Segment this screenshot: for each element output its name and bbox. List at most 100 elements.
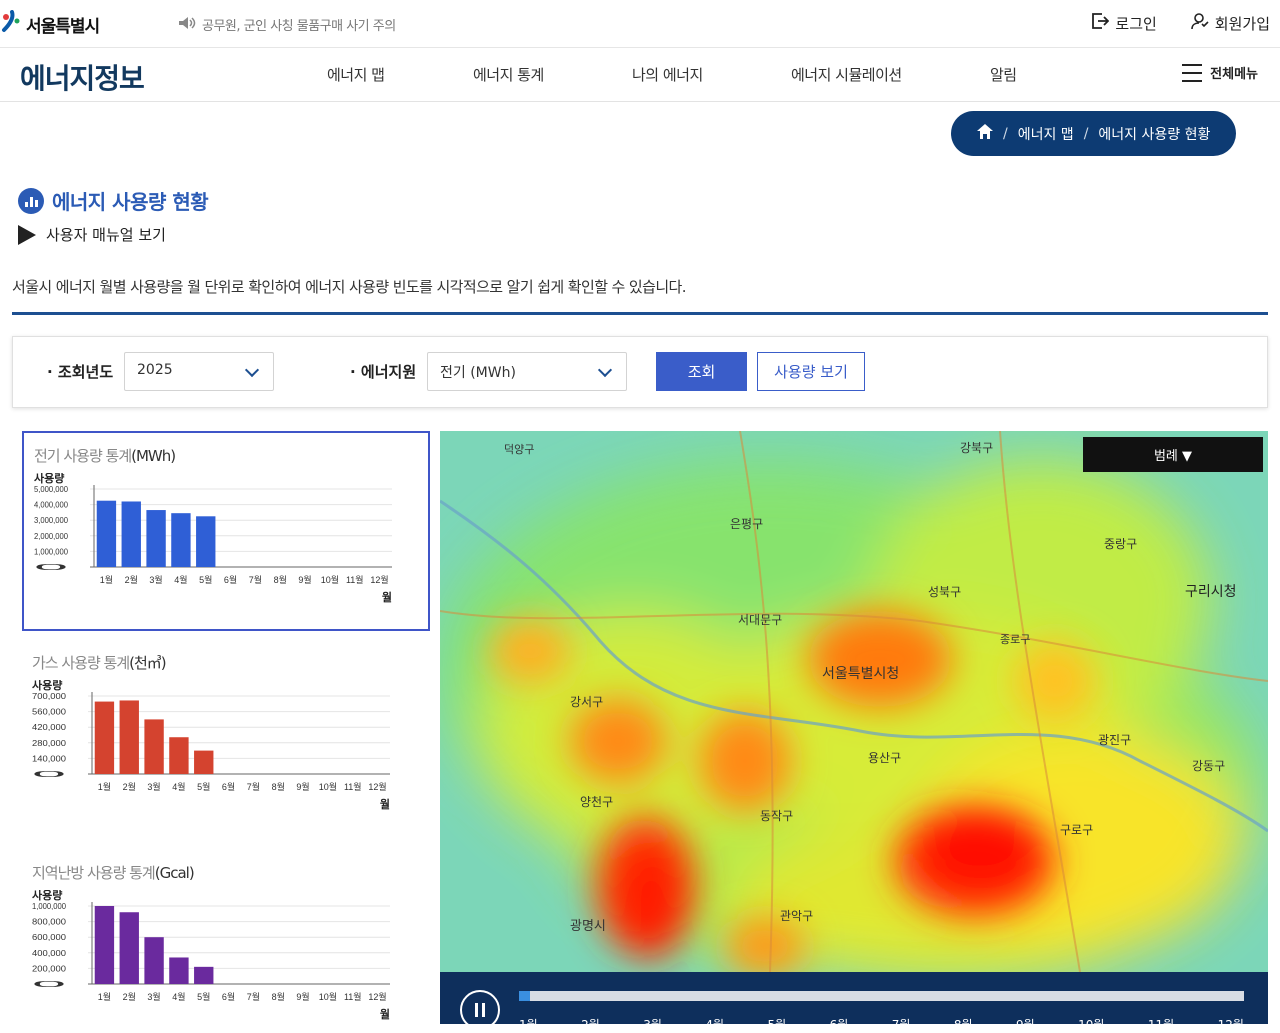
timeline-month[interactable]: 5월 bbox=[768, 1016, 787, 1033]
year-select[interactable]: 2025 bbox=[124, 352, 274, 391]
y-tick-label: 5,000,000 bbox=[34, 485, 69, 494]
x-tick-label: 5월 bbox=[197, 781, 210, 792]
map-label: 성북구 bbox=[928, 585, 962, 599]
map-label: 강북구 bbox=[960, 441, 994, 455]
map-label: 관악구 bbox=[780, 909, 814, 923]
nav-energy-simulation[interactable]: 에너지 시뮬레이션 bbox=[791, 64, 902, 85]
x-tick-label: 2월 bbox=[123, 991, 136, 1002]
year-label: · 조회년도 bbox=[47, 363, 114, 381]
y-tick-label: 800,000 bbox=[32, 918, 67, 927]
map-label: 동작구 bbox=[760, 809, 794, 823]
site-brand[interactable]: 에너지정보 bbox=[20, 57, 145, 97]
breadcrumb-separator: / bbox=[1083, 125, 1089, 142]
timeline-month[interactable]: 3월 bbox=[643, 1016, 662, 1033]
x-tick-label: 11월 bbox=[346, 574, 364, 585]
y-tick-label: 0 bbox=[32, 980, 70, 989]
y-axis-title: 사용량 bbox=[34, 473, 64, 485]
search-button[interactable]: 조회 bbox=[656, 352, 747, 391]
timeline-month[interactable]: 9월 bbox=[1016, 1016, 1035, 1033]
login-link[interactable]: 로그인 bbox=[1091, 12, 1157, 34]
timeline-month[interactable]: 10월 bbox=[1078, 1016, 1104, 1033]
x-tick-label: 8월 bbox=[272, 991, 285, 1002]
top-bar: 서울특별시 공무원, 군인 사칭 물품구매 사기 주의 로그인 회원가입 bbox=[0, 0, 1280, 48]
map-label: 광진구 bbox=[1098, 733, 1132, 747]
timeline-month[interactable]: 4월 bbox=[705, 1016, 724, 1033]
bar bbox=[94, 906, 115, 984]
bar bbox=[196, 516, 216, 567]
all-menu-button[interactable]: 전체메뉴 bbox=[1182, 63, 1258, 82]
notice[interactable]: 공무원, 군인 사칭 물품구매 사기 주의 bbox=[178, 15, 396, 34]
y-tick-label: 600,000 bbox=[32, 933, 67, 942]
heatmap-map[interactable]: 강북구 덕양구 은평구 성북구 중랑구 구리시청 서대문구 종로구 서울특별시청… bbox=[440, 431, 1268, 972]
x-tick-label: 1월 bbox=[98, 991, 111, 1002]
speaker-icon bbox=[178, 16, 196, 34]
x-tick-label: 4월 bbox=[174, 574, 187, 585]
user-add-icon bbox=[1190, 12, 1209, 34]
timeline-month[interactable]: 7월 bbox=[892, 1016, 911, 1033]
pause-button[interactable] bbox=[460, 990, 500, 1030]
hamburger-icon bbox=[1182, 63, 1203, 82]
y-tick-label: 140,000 bbox=[32, 754, 67, 763]
timeline-month[interactable]: 1월 bbox=[519, 1016, 538, 1033]
timeline-month[interactable]: 2월 bbox=[581, 1016, 600, 1033]
breadcrumb-level2[interactable]: 에너지 사용량 현황 bbox=[1098, 124, 1210, 144]
seoul-logo-text: 서울특별시 bbox=[26, 16, 100, 37]
x-tick-label: 3월 bbox=[147, 781, 160, 792]
breadcrumb-separator: / bbox=[1003, 125, 1008, 142]
home-icon[interactable] bbox=[977, 124, 993, 143]
bar bbox=[194, 966, 214, 984]
map-label: 중랑구 bbox=[1104, 537, 1138, 551]
y-tick-label: 400,000 bbox=[32, 949, 67, 958]
y-tick-label: 0 bbox=[34, 563, 72, 572]
pause-icon bbox=[475, 1003, 478, 1017]
map-label: 구로구 bbox=[1060, 823, 1094, 837]
seoul-logo[interactable]: 서울특별시 bbox=[0, 8, 100, 40]
x-tick-label: 7월 bbox=[247, 781, 260, 792]
timeline-month[interactable]: 12월 bbox=[1218, 1016, 1244, 1033]
x-tick-label: 9월 bbox=[296, 781, 309, 792]
x-tick-label: 7월 bbox=[249, 574, 262, 585]
play-icon bbox=[18, 224, 36, 245]
y-tick-label: 280,000 bbox=[32, 739, 67, 748]
signup-link[interactable]: 회원가입 bbox=[1190, 12, 1270, 34]
x-tick-label: 12월 bbox=[368, 781, 386, 792]
source-label: · 에너지원 bbox=[350, 363, 417, 381]
timeline-month[interactable]: 11월 bbox=[1148, 1016, 1174, 1033]
page-description: 서울시 에너지 월별 사용량을 월 단위로 확인하여 에너지 사용량 빈도를 시… bbox=[12, 278, 687, 296]
map-label: 구리시청 bbox=[1185, 584, 1237, 600]
timeline-slider[interactable] bbox=[519, 991, 1244, 1001]
view-usage-button[interactable]: 사용량 보기 bbox=[757, 352, 865, 391]
x-tick-label: 6월 bbox=[224, 574, 237, 585]
bar-chart-icon bbox=[18, 187, 44, 214]
x-tick-label: 9월 bbox=[296, 991, 309, 1002]
map-label: 서울특별시청 bbox=[822, 666, 900, 682]
timeline-month[interactable]: 8월 bbox=[954, 1016, 973, 1033]
y-tick-label: 200,000 bbox=[32, 964, 67, 973]
legend-toggle-button[interactable]: 범례 ▼ bbox=[1083, 437, 1263, 472]
breadcrumb: / 에너지 맵 / 에너지 사용량 현황 bbox=[951, 111, 1236, 156]
nav-energy-map[interactable]: 에너지 맵 bbox=[327, 64, 385, 85]
main-nav: 에너지정보 에너지 맵 에너지 통계 나의 에너지 에너지 시뮬레이션 알림 전… bbox=[0, 49, 1280, 102]
timeline-month[interactable]: 6월 bbox=[830, 1016, 849, 1033]
x-tick-label: 4월 bbox=[172, 991, 185, 1002]
district-heating-chart-card[interactable]: 지역난방 사용량 통계(Gcal) 사용량 1,000,000 800,000 600… bbox=[22, 850, 430, 1024]
y-axis-title: 사용량 bbox=[32, 890, 62, 902]
bar bbox=[144, 719, 164, 774]
map-label: 종로구 bbox=[1000, 633, 1031, 646]
nav-energy-stats[interactable]: 에너지 통계 bbox=[473, 64, 544, 85]
user-manual-link[interactable]: 사용자 매뉴얼 보기 bbox=[18, 224, 166, 245]
nav-my-energy[interactable]: 나의 에너지 bbox=[632, 64, 703, 85]
bar bbox=[169, 737, 189, 774]
x-tick-label: 5월 bbox=[199, 574, 212, 585]
bar bbox=[144, 937, 164, 984]
x-tick-label: 3월 bbox=[147, 991, 160, 1002]
x-tick-label: 6월 bbox=[222, 991, 235, 1002]
electricity-chart-card[interactable]: 전기 사용량 통계(MWh) 사용량 5,000,000 4,000,000 3,00… bbox=[22, 431, 430, 631]
x-tick-label: 12월 bbox=[370, 574, 388, 585]
energy-source-select[interactable]: 전기 (MWh) bbox=[427, 352, 627, 391]
y-tick-label: 3,000,000 bbox=[34, 516, 69, 525]
y-tick-label: 0 bbox=[32, 770, 70, 779]
gas-chart-card[interactable]: 가스 사용량 통계(천㎥) 사용량 700,000 560,000 420,000 28… bbox=[22, 640, 430, 840]
nav-notice[interactable]: 알림 bbox=[990, 64, 1017, 85]
breadcrumb-level1[interactable]: 에너지 맵 bbox=[1018, 124, 1074, 144]
